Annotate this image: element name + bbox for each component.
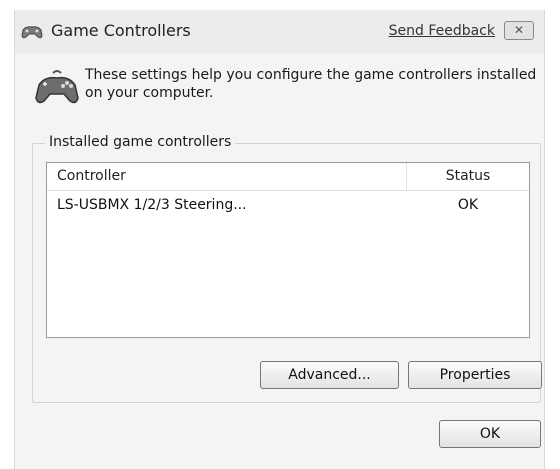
controller-name: LS-USBMX 1/2/3 Steering...	[57, 197, 247, 213]
game-controllers-dialog: Game Controllers Send Feedback ✕ These s…	[14, 10, 545, 469]
send-feedback-link[interactable]: Send Feedback	[389, 23, 495, 39]
controllers-list[interactable]: Controller Status LS-USBMX 1/2/3 Steerin…	[46, 162, 530, 338]
advanced-button[interactable]: Advanced...	[260, 361, 399, 389]
title-bar: Game Controllers Send Feedback ✕	[15, 10, 544, 54]
column-header-status[interactable]: Status	[407, 163, 529, 190]
properties-button[interactable]: Properties	[408, 361, 542, 389]
gamepad-icon	[20, 22, 44, 42]
column-header-controller[interactable]: Controller	[47, 163, 407, 190]
intro-description: These settings help you configure the ga…	[85, 67, 537, 101]
ok-button[interactable]: OK	[439, 420, 541, 448]
installed-controllers-group: Installed game controllers Controller St…	[32, 134, 542, 403]
close-button[interactable]: ✕	[504, 21, 534, 40]
gamepad-icon	[33, 67, 81, 111]
controller-status: OK	[457, 197, 479, 213]
close-icon: ✕	[513, 23, 525, 37]
list-header: Controller Status	[47, 163, 529, 191]
table-row[interactable]: LS-USBMX 1/2/3 Steering... OK	[48, 193, 528, 217]
window-title: Game Controllers	[51, 21, 191, 40]
group-label: Installed game controllers	[45, 134, 236, 150]
